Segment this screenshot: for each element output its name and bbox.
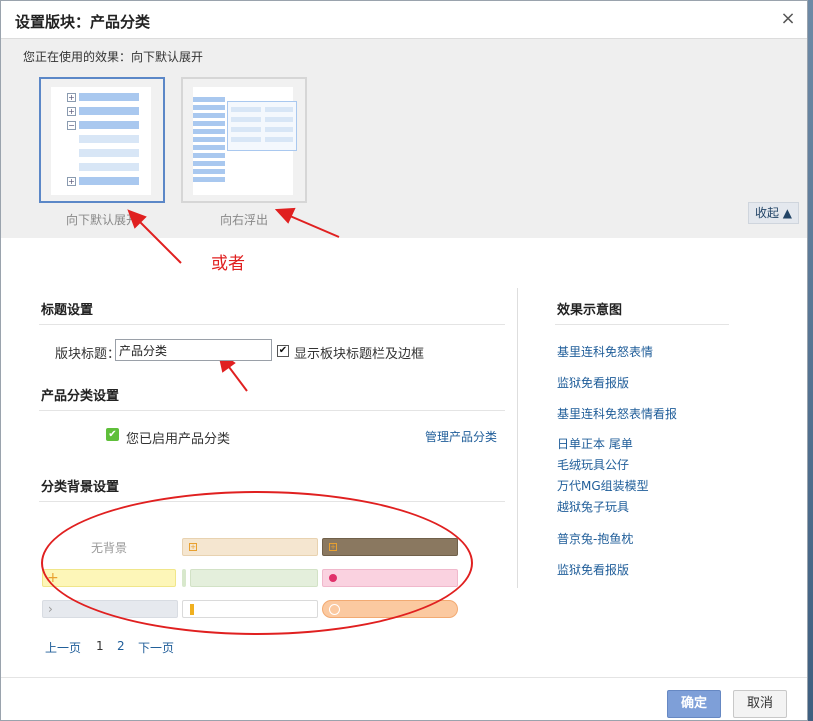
annotation-ellipse (41, 491, 473, 635)
annotation-or-text: 或者 (211, 254, 245, 274)
block-title-label: 版块标题： (55, 347, 121, 362)
check-icon: ✔ (106, 428, 119, 441)
category-settings-heading: 产品分类设置 (41, 389, 120, 404)
manage-categories-link[interactable]: 管理产品分类 (425, 428, 497, 445)
divider (39, 410, 505, 411)
preview-link[interactable]: 基里连科免怒表情 (557, 343, 653, 360)
next-page-link[interactable]: 下一页 (138, 639, 174, 656)
prev-page-link[interactable]: 上一页 (45, 639, 81, 656)
preview-link[interactable]: 基里连科免怒表情看报 (557, 405, 677, 422)
block-title-input[interactable] (115, 339, 272, 361)
chevron-right-icon: › (48, 602, 53, 616)
preview-link[interactable]: 越狱兔子玩具 (557, 498, 629, 515)
divider (555, 324, 729, 325)
background-settings-heading: 分类背景设置 (41, 480, 120, 495)
preview-link[interactable]: 毛绒玩具公仔 (557, 456, 629, 473)
cancel-button[interactable]: 取消 (733, 690, 787, 718)
preview-link[interactable]: 普京兔-抱鱼枕 (557, 530, 633, 547)
show-titlebar-checkbox[interactable]: ✔ (277, 345, 289, 357)
column-divider (517, 288, 518, 588)
page-1[interactable]: 1 (96, 639, 104, 653)
settings-dialog: 设置版块：产品分类 × 您正在使用的效果：向下默认展开 + + − + 向下默认… (0, 0, 808, 721)
preview-link[interactable]: 监狱免看报版 (557, 561, 629, 578)
confirm-button[interactable]: 确定 (667, 690, 721, 718)
page-2[interactable]: 2 (117, 639, 125, 653)
title-settings-heading: 标题设置 (41, 303, 94, 318)
preview-link[interactable]: 万代MG组装模型 (557, 477, 649, 494)
divider (39, 324, 505, 325)
preview-link[interactable]: 监狱免看报版 (557, 374, 629, 391)
preview-link[interactable]: 日单正本 尾单 (557, 435, 633, 452)
category-enabled-label: 您已启用产品分类 (126, 432, 231, 447)
preview-heading: 效果示意图 (557, 303, 623, 318)
show-titlebar-label: 显示板块标题栏及边框 (294, 347, 425, 362)
